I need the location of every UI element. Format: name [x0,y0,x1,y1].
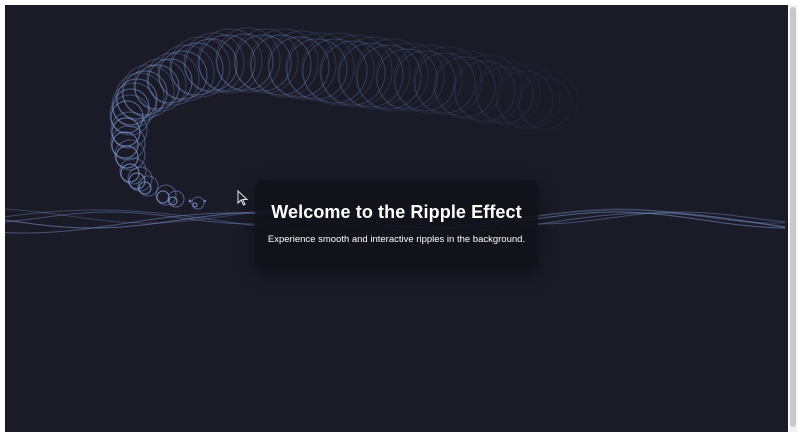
mouse-pointer-icon [237,190,249,206]
page-title: Welcome to the Ripple Effect [271,202,522,222]
ripple-canvas[interactable]: Welcome to the Ripple Effect Experience … [5,5,788,432]
page-subtitle: Experience smooth and interactive ripple… [267,234,526,245]
vertical-scrollbar[interactable] [789,5,797,432]
welcome-card: Welcome to the Ripple Effect Experience … [255,180,538,267]
scrollbar-thumb[interactable] [790,7,796,427]
